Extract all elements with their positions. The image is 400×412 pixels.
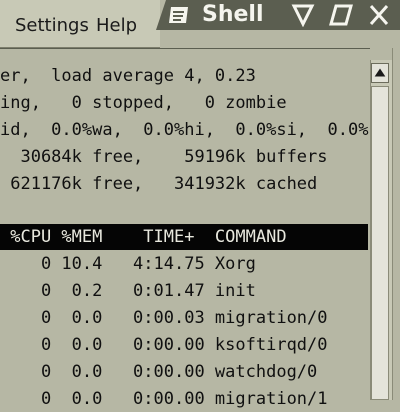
swap-line: 621176k free, 341932k cached (0, 174, 318, 194)
shell-window-icon (169, 7, 188, 23)
window-tab[interactable] (156, 0, 400, 30)
scroll-up-icon[interactable] (371, 63, 389, 83)
process-row: 0 0.0 0:00.00 migration/1 (0, 389, 328, 409)
close-icon[interactable] (366, 3, 392, 27)
mem-line: 30684k free, 59196k buffers (0, 147, 328, 167)
process-table-header: %CPU %MEM TIME+ COMMAND (0, 224, 368, 250)
process-row: 0 10.4 4:14.75 Xorg (0, 254, 256, 274)
scrollbar-thumb[interactable] (371, 86, 389, 400)
tasks-line: ing, 0 stopped, 0 zombie (0, 93, 287, 113)
process-row: 0 0.2 0:01.47 init (0, 281, 256, 301)
cpu-line: id, 0.0%wa, 0.0%hi, 0.0%si, 0.0%st (0, 120, 389, 140)
menu-settings[interactable]: Settings (15, 15, 89, 36)
process-row: 0 0.0 0:00.00 ksoftirqd/0 (0, 335, 328, 355)
menu-help[interactable]: Help (96, 15, 137, 36)
terminal-output[interactable]: er, load average 4, 0.23 ing, 0 stopped,… (0, 48, 389, 409)
maximize-icon[interactable] (328, 3, 354, 27)
load-average-line: er, load average 4, 0.23 (0, 66, 256, 86)
process-row: 0 0.0 0:00.03 migration/0 (0, 308, 328, 328)
minimize-icon[interactable] (290, 3, 316, 27)
menu-bar: Settings Help (0, 0, 160, 48)
window-title: Shell (202, 2, 264, 27)
process-row: 0 0.0 0:00.00 watchdog/0 (0, 362, 318, 382)
window-right-edge (392, 48, 400, 400)
